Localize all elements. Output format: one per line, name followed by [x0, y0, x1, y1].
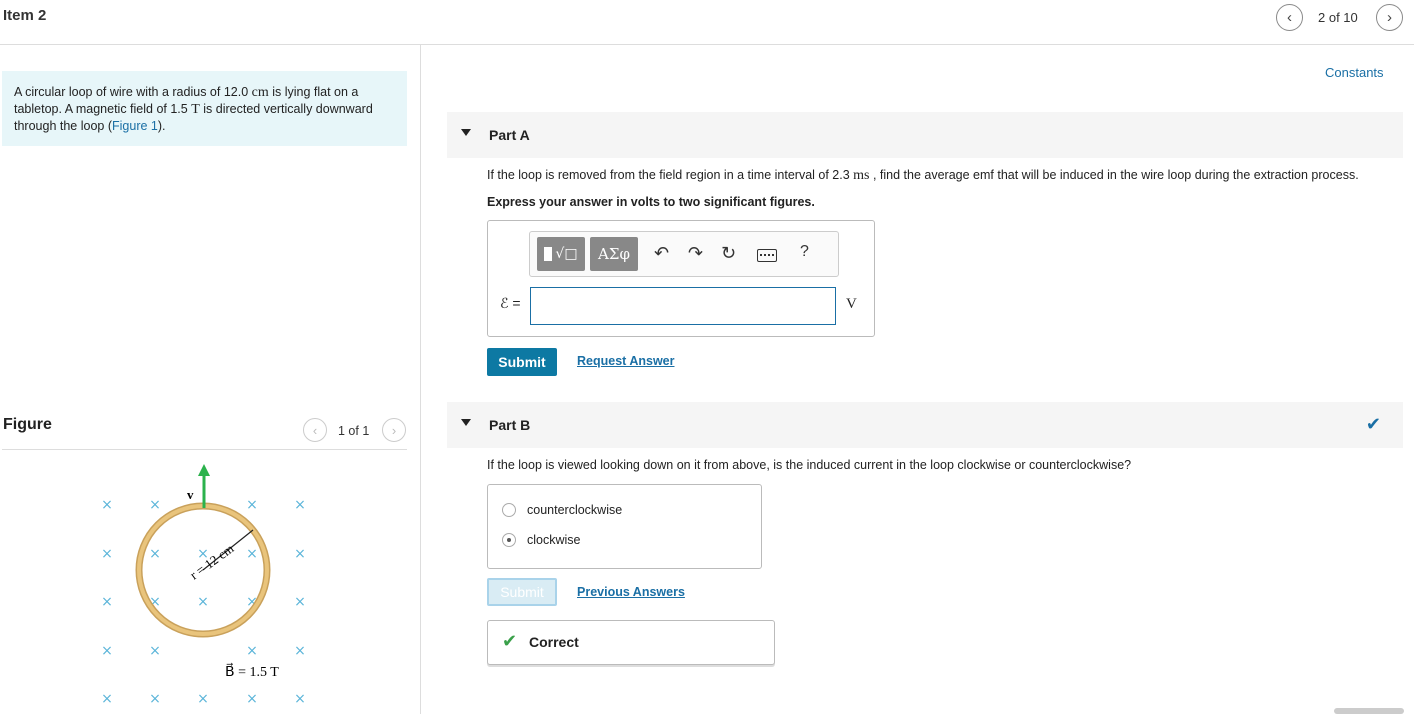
problem-statement: A circular loop of wire with a radius of…: [2, 71, 407, 146]
answer-box: √□ ΑΣφ ↶ ↷ ↻ ? ℰ = V: [487, 220, 875, 337]
unit-cm: cm: [251, 85, 269, 100]
field-cross-mark: ×: [197, 691, 209, 707]
previous-item-button[interactable]: ‹: [1276, 4, 1303, 31]
velocity-label: v⃗: [187, 487, 204, 502]
field-cross-mark: ×: [101, 546, 113, 562]
chevron-right-icon: ›: [1387, 9, 1392, 26]
keyboard-icon[interactable]: [757, 246, 777, 267]
top-bar: Item 2 ‹ 2 of 10 ›: [0, 0, 1414, 45]
problem-text: ).: [157, 119, 166, 133]
caret-down-icon: [461, 129, 471, 136]
field-cross-mark: ×: [246, 546, 258, 562]
chevron-right-icon: ›: [391, 422, 397, 438]
field-cross-mark: ×: [246, 497, 258, 513]
field-cross-mark: ×: [294, 546, 306, 562]
previous-answers-link[interactable]: Previous Answers: [577, 585, 685, 599]
part-b-label: Part B: [489, 417, 531, 433]
unit-ms: ms: [853, 168, 870, 183]
part-b-submit-button[interactable]: Submit: [487, 578, 557, 606]
field-cross-mark: ×: [149, 546, 161, 562]
field-cross-mark: ×: [101, 594, 113, 610]
field-cross-mark: ×: [246, 691, 258, 707]
reset-icon[interactable]: ↻: [721, 243, 736, 264]
choice-clockwise[interactable]: clockwise: [502, 533, 581, 547]
part-a-submit-button[interactable]: Submit: [487, 348, 557, 376]
templates-icon: √□: [544, 246, 578, 262]
choice-counterclockwise[interactable]: counterclockwise: [502, 503, 622, 517]
field-cross-mark: ×: [294, 643, 306, 659]
field-cross-mark: ×: [149, 497, 161, 513]
choice-label: clockwise: [527, 533, 581, 547]
feedback-box: ✔ Correct: [487, 620, 775, 665]
figure-next-button[interactable]: ›: [382, 418, 406, 442]
part-b-header[interactable]: Part B ✔: [447, 402, 1403, 448]
figure-header: Figure ‹ 1 of 1 ›: [2, 416, 407, 450]
redo-icon[interactable]: ↷: [688, 243, 703, 264]
chevron-left-icon: ‹: [1287, 9, 1292, 26]
templates-button[interactable]: √□: [537, 237, 585, 271]
choice-label: counterclockwise: [527, 503, 623, 517]
help-button[interactable]: ?: [800, 243, 809, 261]
emf-answer-input[interactable]: [530, 287, 836, 325]
math-toolbar: √□ ΑΣφ ↶ ↷ ↻ ?: [529, 231, 839, 277]
field-cross-mark: ×: [149, 691, 161, 707]
unit-label: V: [846, 296, 857, 312]
field-cross-mark: ×: [101, 643, 113, 659]
loop-figure: × × × ×× × × × ×× × × × ×× × × ×× × × × × r = 12 cm v⃗ B⃗ …: [101, 464, 306, 707]
correct-check-icon: ✔: [502, 631, 518, 651]
field-cross-mark: ×: [246, 643, 258, 659]
velocity-arrowhead: [198, 464, 210, 476]
part-a-header[interactable]: Part A: [447, 112, 1403, 158]
field-cross-mark: ×: [294, 497, 306, 513]
field-cross-mark: ×: [294, 691, 306, 707]
figure-prev-button[interactable]: ‹: [303, 418, 327, 442]
unit-tesla: T: [191, 102, 200, 117]
answer-choices: counterclockwise clockwise: [487, 484, 762, 569]
column-divider: [420, 45, 421, 714]
scrollbar[interactable]: [1334, 708, 1404, 714]
greek-symbols-button[interactable]: ΑΣφ: [590, 237, 638, 271]
part-a-label: Part A: [489, 127, 530, 143]
emf-label: ℰ =: [500, 295, 521, 311]
part-a-question: If the loop is removed from the field re…: [487, 168, 1359, 184]
radio-button-selected[interactable]: [502, 533, 516, 547]
checkmark-icon: ✔: [1365, 414, 1381, 434]
field-cross-mark: ×: [149, 643, 161, 659]
part-a-instruction: Express your answer in volts to two sign…: [487, 195, 815, 209]
field-cross-mark: ×: [294, 594, 306, 610]
problem-text: A circular loop of wire with a radius of…: [14, 85, 252, 99]
figure-link[interactable]: Figure 1: [112, 119, 158, 133]
caret-down-icon: [461, 419, 471, 426]
field-cross-mark: ×: [101, 497, 113, 513]
request-answer-link[interactable]: Request Answer: [577, 354, 674, 368]
radius-label: r = 12 cm: [187, 541, 237, 583]
question-text: , find the average emf that will be indu…: [869, 168, 1359, 182]
constants-link[interactable]: Constants: [1325, 65, 1384, 80]
field-cross-mark: ×: [101, 691, 113, 707]
field-label: B⃗ = 1.5 T: [225, 662, 279, 680]
figure-count: 1 of 1: [338, 424, 370, 438]
radio-button[interactable]: [502, 503, 516, 517]
field-cross-mark: ×: [197, 594, 209, 610]
feedback-text: Correct: [529, 634, 579, 650]
figure-title: Figure: [3, 416, 52, 433]
part-b-question: If the loop is viewed looking down on it…: [487, 458, 1132, 472]
item-count: 2 of 10: [1318, 10, 1358, 25]
question-text: If the loop is removed from the field re…: [487, 168, 854, 182]
next-item-button[interactable]: ›: [1376, 4, 1403, 31]
item-title: Item 2: [3, 7, 47, 24]
undo-icon[interactable]: ↶: [654, 243, 669, 264]
chevron-left-icon: ‹: [312, 422, 318, 438]
